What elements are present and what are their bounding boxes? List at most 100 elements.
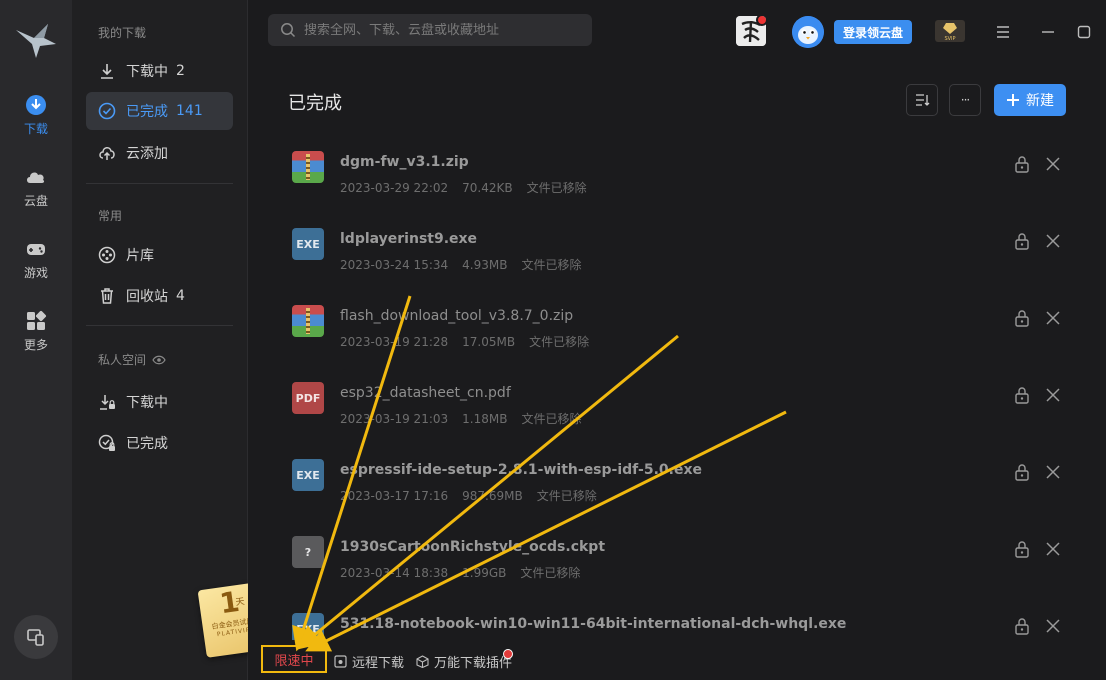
- zipper-graphic: [306, 308, 310, 334]
- lock-icon[interactable]: [1014, 617, 1030, 635]
- section-common: 常用: [98, 209, 123, 223]
- user-avatar[interactable]: [792, 16, 824, 48]
- file-name[interactable]: esp32_datasheet_cn.pdf: [340, 385, 511, 401]
- file-row[interactable]: PDF esp32_datasheet_cn.pdf 2023-03-19 21:0…: [248, 371, 1106, 447]
- file-date: 2023-03-24 15:34: [340, 258, 449, 272]
- file-name[interactable]: 531.18-notebook-win10-win11-64bit-intern…: [340, 616, 846, 632]
- plus-icon: [1007, 94, 1019, 106]
- svip-icon[interactable]: SVIP: [935, 20, 965, 42]
- login-cloud-button[interactable]: 登录领云盘: [834, 20, 913, 44]
- zip-file-icon: [292, 151, 324, 183]
- file-row[interactable]: EXE espressif-ide-setup-2.8.1-with-esp-id…: [248, 448, 1106, 524]
- search-icon: [281, 23, 296, 38]
- lock-icon[interactable]: [1014, 309, 1030, 327]
- file-name[interactable]: 1930sCartoonRichstyle_ocds.ckpt: [340, 539, 605, 555]
- notification-dot: [503, 649, 513, 659]
- delete-icon[interactable]: [1045, 618, 1061, 634]
- file-row[interactable]: EXE ldplayerinst9.exe 2023-03-24 15:34 4.93…: [248, 217, 1106, 293]
- file-meta: 2023-03-19 21:28 17.05MB 文件已移除: [340, 333, 603, 350]
- rail-label-cloud: 云盘: [23, 194, 48, 208]
- nav-count-downloading: 2: [176, 63, 185, 79]
- minimize-icon[interactable]: [1040, 24, 1056, 40]
- maximize-icon[interactable]: [1076, 24, 1092, 40]
- nav-label-completed: 已完成: [126, 104, 168, 120]
- lock-icon[interactable]: [1014, 155, 1030, 173]
- bottom-status-bar: 限速中 远程下载 万能下载插件: [248, 640, 1106, 680]
- file-status: 文件已移除: [521, 412, 582, 426]
- trash-icon: [101, 288, 113, 304]
- file-name[interactable]: espressif-ide-setup-2.8.1-with-esp-idf-5…: [340, 462, 702, 478]
- file-row[interactable]: flash_download_tool_v3.8.7_0.zip 2023-03-…: [248, 294, 1106, 370]
- speed-limit-indicator[interactable]: 限速中: [261, 645, 327, 673]
- lock-icon[interactable]: [1014, 463, 1030, 481]
- file-row[interactable]: EXE 531.18-notebook-win10-win11-64bit-int…: [248, 602, 1106, 640]
- plugin-button[interactable]: 万能下载插件: [416, 652, 512, 671]
- file-meta: 2023-03-19 21:03 1.18MB 文件已移除: [340, 410, 595, 427]
- secondary-nav: 我的下载 下载中 2 已完成 141 云添加 常用 片库 回收站 4 私人空间 …: [72, 0, 300, 680]
- delete-icon[interactable]: [1045, 310, 1061, 326]
- film-reel-icon: [98, 246, 116, 264]
- unknown-file-icon: ?: [292, 536, 324, 568]
- nav-label-library: 片库: [126, 248, 154, 264]
- nav-label-downloading: 下载中: [126, 64, 168, 80]
- lock-icon[interactable]: [1014, 540, 1030, 558]
- file-size: 70.42KB: [462, 181, 513, 195]
- file-name[interactable]: dgm-fw_v3.1.zip: [340, 154, 469, 170]
- nav-label-private-downloading: 下载中: [126, 395, 168, 411]
- rail-label-games: 游戏: [23, 266, 48, 280]
- rail-item-cloud[interactable]: 云盘: [0, 166, 72, 209]
- lock-icon[interactable]: [1014, 386, 1030, 404]
- new-task-button[interactable]: 新建: [994, 84, 1066, 116]
- search-input[interactable]: [304, 22, 574, 38]
- device-switch-button[interactable]: [14, 615, 58, 659]
- file-name[interactable]: flash_download_tool_v3.8.7_0.zip: [340, 308, 573, 324]
- delete-icon[interactable]: [1045, 156, 1061, 172]
- title-bar-actions: 登录领云盘 SVIP: [696, 14, 1106, 48]
- zipper-graphic: [306, 154, 310, 180]
- sort-button[interactable]: [906, 84, 938, 116]
- delete-icon[interactable]: [1045, 233, 1061, 249]
- file-meta: 2023-03-17 17:16 987.69MB 文件已移除: [340, 487, 611, 504]
- exe-file-icon: EXE: [292, 228, 324, 260]
- rail-item-more[interactable]: 更多: [0, 310, 72, 353]
- more-button[interactable]: ···: [949, 84, 981, 116]
- download-circle-icon: [26, 95, 46, 115]
- svip-label: SVIP: [944, 36, 955, 42]
- file-name[interactable]: ldplayerinst9.exe: [340, 231, 477, 247]
- left-rail: 下载 云盘 游戏 更多: [0, 0, 72, 680]
- file-status: 文件已移除: [529, 335, 590, 349]
- nav-item-library[interactable]: 片库: [86, 236, 233, 274]
- exe-file-icon: EXE: [292, 613, 324, 640]
- file-list: dgm-fw_v3.1.zip 2023-03-29 22:02 70.42KB 文件…: [248, 140, 1106, 640]
- game-avatar[interactable]: [736, 16, 766, 46]
- lock-icon[interactable]: [1014, 232, 1030, 250]
- menu-icon[interactable]: [995, 24, 1011, 40]
- gamepad-icon: [27, 244, 45, 255]
- nav-item-completed[interactable]: 已完成 141: [86, 92, 233, 130]
- nav-item-private-completed[interactable]: 已完成: [86, 424, 233, 462]
- exe-file-icon: EXE: [292, 459, 324, 491]
- nav-label-cloud-add: 云添加: [126, 146, 168, 162]
- file-date: 2023-03-14 18:38: [340, 566, 449, 580]
- eye-icon[interactable]: [152, 355, 166, 365]
- search-box[interactable]: [268, 14, 592, 46]
- nav-item-cloud-add[interactable]: 云添加: [86, 134, 233, 172]
- nav-label-recycle-bin: 回收站: [126, 289, 168, 305]
- file-meta: 2023-03-14 18:38 1.99GB 文件已移除: [340, 564, 594, 581]
- file-size: 987.69MB: [462, 489, 523, 503]
- file-row[interactable]: dgm-fw_v3.1.zip 2023-03-29 22:02 70.42KB 文件…: [248, 140, 1106, 216]
- lock-download-icon: [100, 395, 115, 410]
- rail-item-games[interactable]: 游戏: [0, 238, 72, 281]
- file-date: 2023-03-29 22:02: [340, 181, 449, 195]
- nav-divider: [86, 183, 233, 184]
- bird-avatar-icon: [792, 16, 824, 48]
- remote-download-button[interactable]: 远程下载: [334, 652, 404, 671]
- delete-icon[interactable]: [1045, 541, 1061, 557]
- delete-icon[interactable]: [1045, 464, 1061, 480]
- file-row[interactable]: ? 1930sCartoonRichstyle_ocds.ckpt 2023-03-…: [248, 525, 1106, 601]
- nav-item-recycle-bin[interactable]: 回收站 4: [86, 277, 233, 315]
- rail-item-download[interactable]: 下载: [0, 94, 72, 137]
- nav-item-private-downloading[interactable]: 下载中: [86, 383, 233, 421]
- delete-icon[interactable]: [1045, 387, 1061, 403]
- nav-item-downloading[interactable]: 下载中 2: [86, 52, 233, 90]
